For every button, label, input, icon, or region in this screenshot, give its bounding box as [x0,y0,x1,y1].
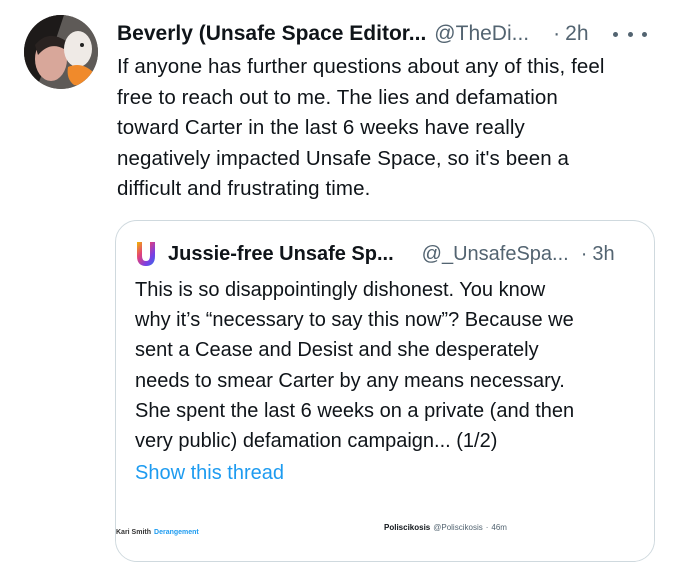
embedded-left-handle: Derangement [154,529,199,536]
embedded-right-separator: · [485,523,489,532]
tweet-text-line: If anyone has further questions about an… [117,55,605,78]
tweet-timestamp[interactable]: 2h [565,22,588,46]
avatar-image [24,15,98,89]
embedded-media-preview[interactable]: Kari Smith Derangement Poliscikosis @Pol… [116,517,654,561]
quoted-text-line: needs to smear Carter by any means neces… [135,369,565,392]
quoted-text-line: why it’s “necessary to say this now”? Be… [135,309,574,332]
quoted-header-separator: · [580,242,588,265]
tweet-text-line: free to reach out to me. The lies and de… [117,85,558,109]
tweet-text-line: toward Carter in the last 6 weeks have r… [117,116,525,139]
author-avatar[interactable] [24,15,98,89]
quoted-text-line: This is so disappointingly dishonest. Yo… [135,279,546,301]
embedded-right-time: 46m [491,523,507,532]
quoted-tweet[interactable]: Jussie-free Unsafe Sp... @_UnsafeSpa... … [115,220,655,562]
quoted-text-line: very public) defamation campaign... (1/2… [135,430,498,453]
quoted-timestamp[interactable]: 3h [592,243,614,266]
tweet-text-line: difficult and frustrating time. [117,177,371,200]
more-dot [642,31,647,37]
quoted-author-name[interactable]: Jussie-free Unsafe Sp... [168,243,394,266]
tweet-header: Beverly (Unsafe Space Editor... @TheDi..… [117,18,657,50]
header-separator: · [553,22,561,45]
quoted-text-line: sent a Cease and Desist and she desperat… [135,339,539,362]
embedded-left-name: Kari Smith [116,529,152,536]
author-handle[interactable]: @TheDi... [434,22,529,46]
unsafe-space-logo-icon [137,242,155,266]
quoted-author-handle[interactable]: @_UnsafeSpa... [422,243,569,266]
more-options-icon[interactable] [613,24,647,44]
embedded-left-author: Kari Smith Derangement [116,529,199,536]
more-dot [613,31,618,37]
quoted-tweet-text: This is so disappointingly dishonest. Yo… [135,275,645,456]
embedded-right-author: Poliscikosis @Poliscikosis · 46m [384,523,507,532]
quoted-tweet-header: Jussie-free Unsafe Sp... @_UnsafeSpa... … [134,239,644,269]
quoted-text-line: She spent the last 6 weeks on a private … [135,399,575,422]
author-name[interactable]: Beverly (Unsafe Space Editor... [117,22,426,46]
tweet-text: If anyone has further questions about an… [117,52,667,205]
show-thread-link[interactable]: Show this thread [135,462,284,485]
tweet-text-line: negatively impacted Unsafe Space, so it'… [117,146,570,170]
more-dot [627,31,633,37]
embedded-right-name: Poliscikosis [384,523,431,532]
embedded-right-handle: @Poliscikosis [433,523,483,532]
